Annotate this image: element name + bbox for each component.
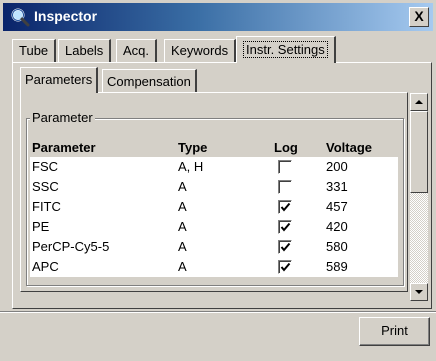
log-checkbox[interactable] <box>278 240 292 254</box>
tab-label: Labels <box>65 43 104 58</box>
cell-parameter: SSC <box>32 179 59 194</box>
print-button[interactable]: Print <box>359 317 430 346</box>
subtab-label: Parameters <box>25 72 93 87</box>
table-body: FSC A, H 200 SSC A 331 FITC A 457 PE A 4… <box>30 157 398 277</box>
cell-type: A <box>178 179 187 194</box>
table-row[interactable]: APC A 589 <box>30 257 398 277</box>
cell-type: A <box>178 219 187 234</box>
log-checkbox[interactable] <box>278 180 292 194</box>
close-icon: X <box>414 8 424 24</box>
arrow-up-icon <box>415 100 423 104</box>
cell-parameter: PE <box>32 219 50 234</box>
tab-acq[interactable]: Acq. <box>116 39 158 62</box>
cell-parameter: APC <box>32 259 59 274</box>
log-checkbox[interactable] <box>278 200 292 214</box>
magnifier-icon <box>10 7 30 27</box>
scroll-up-button[interactable] <box>410 93 428 111</box>
subtab-parameters[interactable]: Parameters <box>20 67 99 93</box>
title-bar[interactable]: Inspector X <box>3 3 433 31</box>
footer-separator <box>0 311 436 313</box>
tab-label: Keywords <box>171 43 229 58</box>
tab-tube[interactable]: Tube <box>12 39 57 62</box>
table-row[interactable]: SSC A 331 <box>30 177 398 197</box>
table-row[interactable]: FSC A, H 200 <box>30 157 398 177</box>
tab-label: Tube <box>19 43 49 58</box>
window-title: Inspector <box>34 8 98 24</box>
header-type: Type <box>178 140 208 155</box>
cell-voltage[interactable]: 200 <box>326 159 348 174</box>
header-parameter: Parameter <box>32 140 96 155</box>
tab-labels[interactable]: Labels <box>58 39 112 62</box>
cell-type: A <box>178 239 187 254</box>
checkmark-icon <box>280 202 291 212</box>
cell-type: A <box>178 259 187 274</box>
cell-type: A <box>178 199 187 214</box>
tab-label: Acq. <box>123 43 150 58</box>
tab-label: Instr. Settings <box>243 41 328 58</box>
cell-voltage[interactable]: 331 <box>326 179 348 194</box>
tab-keywords[interactable]: Keywords <box>164 39 237 62</box>
subtab-compensation[interactable]: Compensation <box>102 69 197 92</box>
cell-voltage[interactable]: 457 <box>326 199 348 214</box>
scroll-down-button[interactable] <box>410 283 428 301</box>
cell-parameter: PerCP-Cy5-5 <box>32 239 110 254</box>
cell-voltage[interactable]: 420 <box>326 219 348 234</box>
table-row[interactable]: PerCP-Cy5-5 A 580 <box>30 237 398 257</box>
cell-voltage[interactable]: 589 <box>326 259 348 274</box>
header-log: Log <box>274 140 298 155</box>
tab-instr-settings[interactable]: Instr. Settings <box>236 36 336 63</box>
log-checkbox[interactable] <box>278 160 292 174</box>
vertical-scrollbar[interactable] <box>410 93 428 301</box>
cell-type: A, H <box>178 159 204 174</box>
group-legend: Parameter <box>30 110 95 125</box>
table-row[interactable]: PE A 420 <box>30 217 398 237</box>
table-row[interactable]: FITC A 457 <box>30 197 398 217</box>
header-voltage: Voltage <box>326 140 372 155</box>
checkmark-icon <box>280 242 291 252</box>
cell-voltage[interactable]: 580 <box>326 239 348 254</box>
log-checkbox[interactable] <box>278 260 292 274</box>
scroll-thumb[interactable] <box>410 111 428 193</box>
cell-parameter: FSC <box>32 159 58 174</box>
checkmark-icon <box>280 222 291 232</box>
arrow-down-icon <box>415 290 423 294</box>
subtab-label: Compensation <box>107 74 191 89</box>
log-checkbox[interactable] <box>278 220 292 234</box>
inspector-window: Inspector X Tube Labels Acq. Keywords In… <box>0 0 436 361</box>
cell-parameter: FITC <box>32 199 61 214</box>
checkmark-icon <box>280 262 291 272</box>
close-button[interactable]: X <box>409 7 429 27</box>
